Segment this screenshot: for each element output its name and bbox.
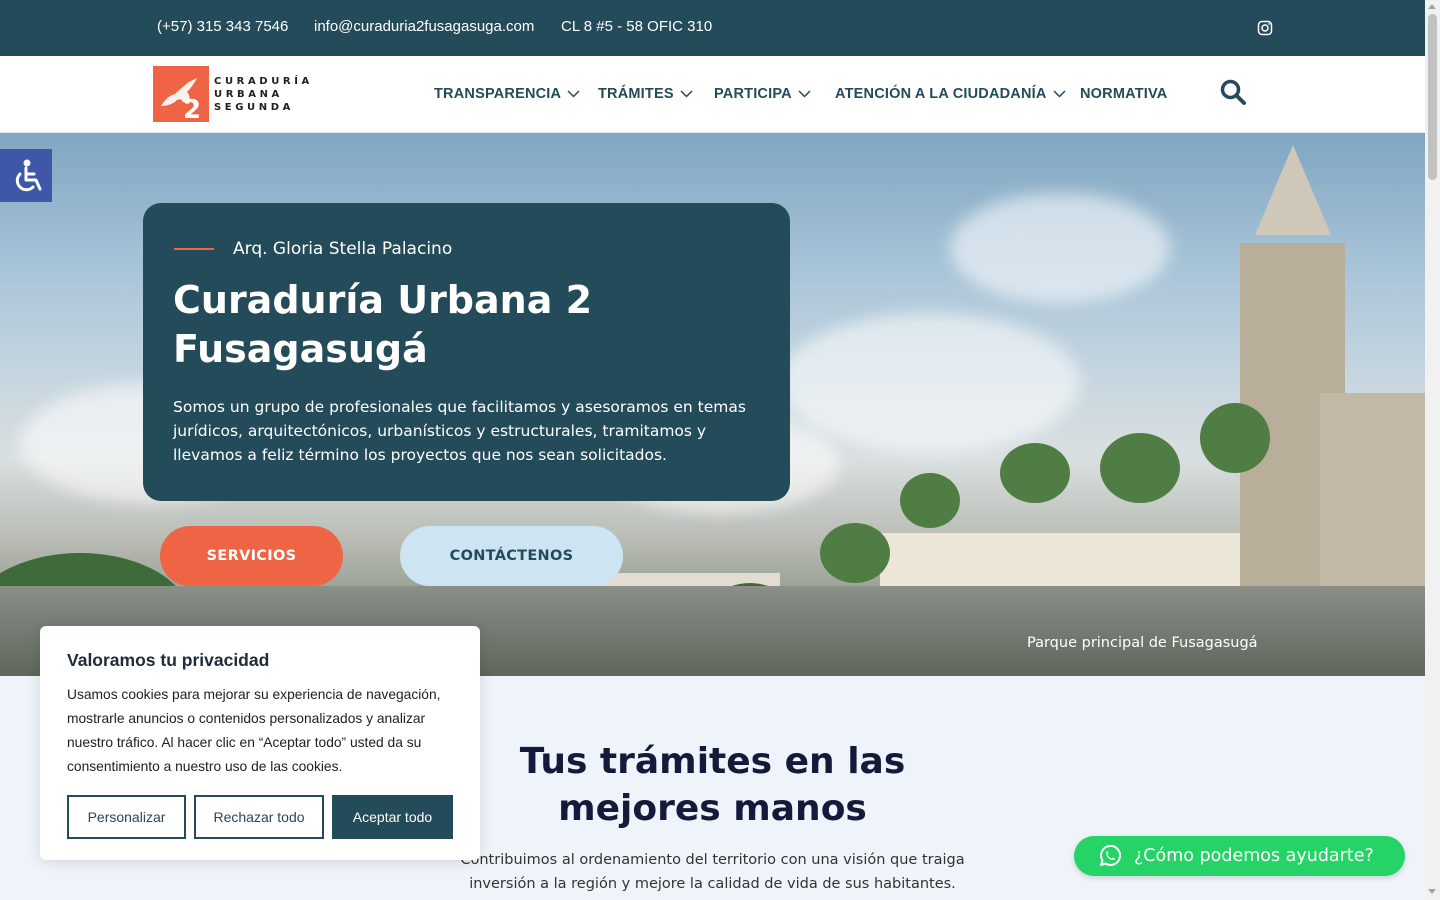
reject-all-button[interactable]: Rechazar todo — [194, 795, 324, 839]
chevron-down-icon — [680, 90, 693, 98]
accept-all-button[interactable]: Aceptar todo — [332, 795, 453, 839]
scrollbar-thumb[interactable] — [1428, 14, 1437, 180]
cookie-title: Valoramos tu privacidad — [67, 650, 270, 670]
nav-participa[interactable]: PARTICIPA — [714, 86, 811, 102]
hero-title: Curaduría Urbana 2 Fusagasugá — [173, 278, 593, 371]
scroll-down-arrow[interactable] — [1428, 889, 1436, 894]
hero-subtitle: Arq. Gloria Stella Palacino — [233, 239, 453, 259]
email-link[interactable]: info@curaduria2fusagasuga.com — [314, 18, 534, 35]
chevron-down-icon — [798, 90, 811, 98]
accent-line — [174, 248, 214, 250]
logo-wordmark[interactable]: CURADURÍA URBANA SEGUNDA — [214, 75, 313, 114]
scroll-up-arrow[interactable] — [1428, 4, 1436, 9]
hero-description: Somos un grupo de profesionales que faci… — [173, 398, 746, 464]
search-icon[interactable] — [1219, 78, 1247, 106]
cookie-consent-banner: Valoramos tu privacidad Usamos cookies p… — [40, 626, 480, 860]
wheelchair-icon — [15, 159, 42, 191]
hero-card: Arq. Gloria Stella Palacino Curaduría Ur… — [143, 203, 790, 501]
services-button[interactable]: SERVICIOS — [160, 526, 343, 586]
svg-text:2: 2 — [183, 95, 201, 122]
nav-normativa[interactable]: NORMATIVA — [1080, 86, 1167, 102]
chevron-down-icon — [567, 90, 580, 98]
phone-link[interactable]: (+57) 315 343 7546 — [157, 18, 288, 35]
section-description: Contribuimos al ordenamiento del territo… — [460, 852, 965, 892]
address-text: CL 8 #5 - 58 OFIC 310 — [561, 18, 713, 35]
top-bar: (+57) 315 343 7546 info@curaduria2fusaga… — [0, 0, 1425, 56]
image-caption: Parque principal de Fusagasugá — [1027, 635, 1258, 651]
whatsapp-icon — [1100, 844, 1122, 866]
whatsapp-label: ¿Cómo podemos ayudarte? — [1134, 846, 1374, 866]
logo-icon[interactable]: 2 — [153, 66, 209, 125]
nav-transparencia[interactable]: TRANSPARENCIA — [434, 86, 580, 102]
cookie-text: Usamos cookies para mejorar su experienc… — [67, 687, 441, 774]
whatsapp-chat-button[interactable]: ¿Cómo podemos ayudarte? — [1074, 836, 1405, 876]
nav-tramites[interactable]: TRÁMITES — [598, 86, 693, 102]
customize-button[interactable]: Personalizar — [67, 795, 186, 839]
accessibility-button[interactable] — [0, 149, 52, 202]
contact-button[interactable]: CONTÁCTENOS — [400, 526, 623, 586]
section-title: Tus trámites en las mejores manos — [519, 741, 906, 829]
nav-atencion[interactable]: ATENCIÓN A LA CIUDADANÍA — [835, 86, 1066, 102]
main-header: 2 CURADURÍA URBANA SEGUNDA TRANSPARENCIA… — [0, 56, 1425, 133]
instagram-icon[interactable] — [1257, 20, 1273, 36]
hero-banner: Arq. Gloria Stella Palacino Curaduría Ur… — [0, 133, 1425, 676]
chevron-down-icon — [1053, 90, 1066, 98]
page-scrollbar[interactable] — [1425, 0, 1440, 900]
